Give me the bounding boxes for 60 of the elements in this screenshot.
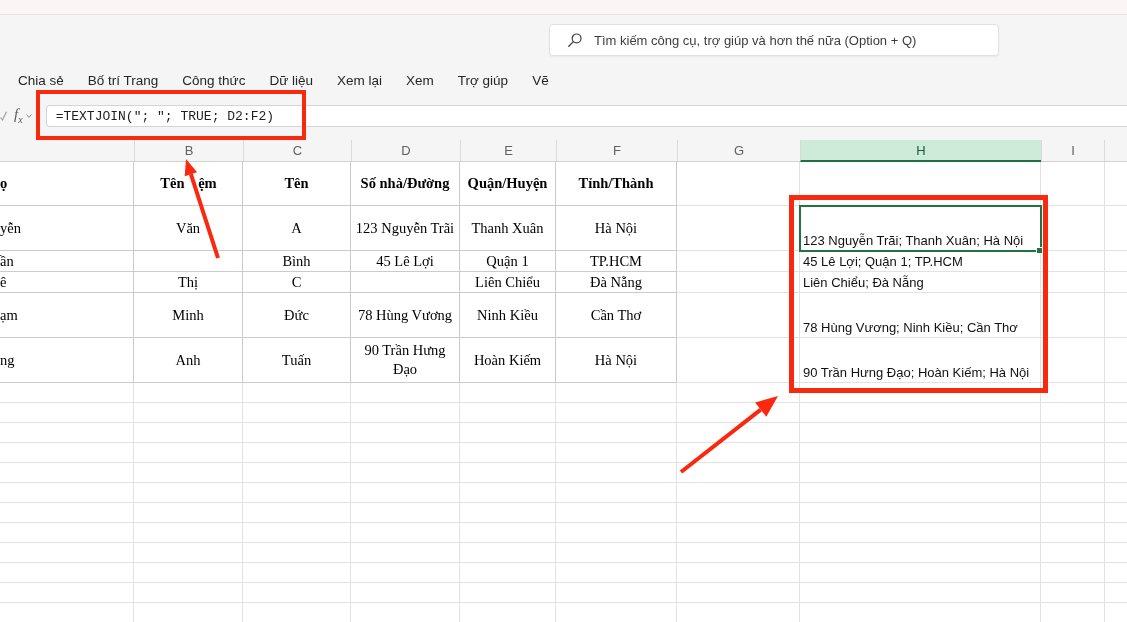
column-heading: Tên: [283, 174, 310, 193]
table-cell-text: 45 Lê Lợi: [375, 251, 435, 271]
table-cell-text: Cần Thơ: [589, 305, 643, 325]
table-cell-text: ê: [0, 272, 8, 292]
check-icon[interactable]: [0, 111, 7, 121]
column-header[interactable]: I: [1041, 140, 1105, 161]
table-cell-text: yễn: [0, 218, 22, 238]
table-cell-text: 90 Trần Hưng Đạo; Hoàn Kiếm; Hà Nội: [802, 364, 1031, 382]
function-button[interactable]: f$_{x}$: [14, 107, 23, 125]
search-icon: [568, 33, 582, 47]
table-cell-text: Hoàn Kiếm: [472, 350, 543, 370]
menu-tab[interactable]: Bố trí Trang: [83, 68, 163, 92]
table-cell-text: ng: [0, 350, 16, 370]
table-cell-text: 45 Lê Lợi; Quận 1; TP.HCM: [802, 253, 964, 271]
table-cell-text: 78 Hùng Vương; Ninh Kiều; Cần Thơ: [802, 319, 1019, 337]
chevron-down-icon[interactable]: [25, 114, 32, 118]
column-heading: Tỉnh/Thành: [577, 174, 655, 193]
table-cell-text: ạm: [0, 305, 19, 325]
table-cell-text: C: [290, 272, 303, 292]
table-cell-text: Liên Chiểu; Đà Nẵng: [802, 274, 925, 292]
menu-tab[interactable]: Dữ liệu: [265, 68, 317, 92]
table-cell: 123 Nguyễn Trãi; Thanh Xuân; Hà Nội: [800, 206, 1041, 251]
column-header[interactable]: D: [351, 140, 460, 161]
table-cell-text: Liên Chiểu: [474, 272, 541, 292]
table-cell-text: A: [290, 218, 303, 238]
menu-tab[interactable]: Xem: [402, 68, 438, 92]
menu-tab[interactable]: Chia sẻ: [14, 68, 68, 92]
menu-tab[interactable]: Trợ giúp: [453, 68, 513, 92]
table-cell-text: Đà Nẵng: [589, 272, 643, 292]
column-heading: ọ: [0, 174, 9, 193]
table-cell-text: Quận 1: [485, 251, 530, 271]
column-header[interactable]: C: [243, 140, 351, 161]
fill-handle[interactable]: [1037, 248, 1042, 253]
menu-tab[interactable]: Xem lại: [332, 68, 386, 92]
table-cell-text: Thanh Xuân: [470, 218, 545, 238]
column-header[interactable]: F: [556, 140, 677, 161]
table-cell-text: Ninh Kiều: [476, 305, 539, 325]
menu-tab[interactable]: Vẽ: [528, 68, 553, 92]
table-cell-text: Anh: [174, 350, 202, 370]
column-heading: Số nhà/Đường: [359, 174, 451, 193]
table-cell-text: Bình: [281, 251, 312, 271]
table-cell-text: Đức: [283, 305, 310, 325]
table-cell-text: Hà Nội: [593, 350, 639, 370]
table-cell-text: Minh: [171, 305, 205, 325]
search-field[interactable]: Tìm kiếm công cụ, trợ giúp và hơn thế nữa (Option + Q): [549, 24, 999, 56]
table-cell-text: ần: [0, 251, 15, 271]
table-cell-text: Thị: [176, 272, 200, 292]
column-header[interactable]: H: [800, 140, 1041, 162]
table-cell-text: Hà Nội: [593, 218, 639, 238]
formula-field[interactable]: =TEXTJOIN("; "; TRUE; D2:F2): [45, 105, 1127, 127]
table-cell-text: TP.HCM: [589, 251, 643, 271]
table-cell-text: 123 Nguyễn Trãi: [354, 218, 456, 238]
table-cell-text: 90 Trần Hưng Đạo: [363, 341, 447, 379]
table-cell-text: Văn: [174, 218, 202, 238]
column-heading: Quận/Huyện: [466, 174, 549, 193]
column-header[interactable]: E: [460, 140, 556, 161]
table-cell-text: Tuấn: [280, 350, 313, 370]
menu-tab[interactable]: Công thức: [178, 68, 250, 92]
table-cell-text: 78 Hùng Vương: [356, 305, 454, 325]
column-heading: Tên ệm: [159, 174, 218, 193]
